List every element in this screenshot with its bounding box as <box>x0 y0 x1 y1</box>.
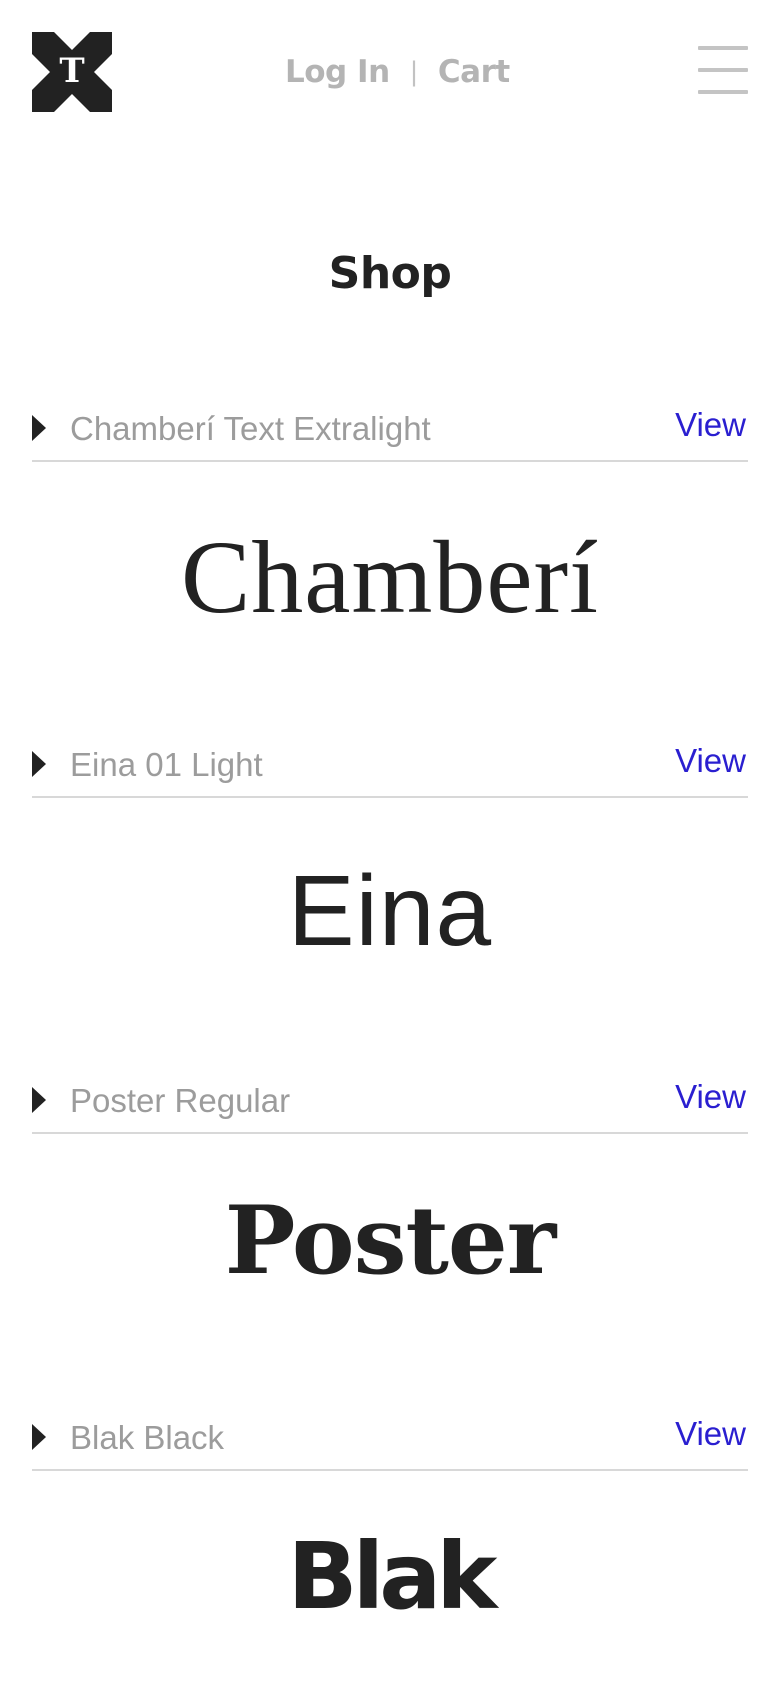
triangle-right-icon[interactable] <box>32 415 46 441</box>
triangle-right-icon[interactable] <box>32 1087 46 1113</box>
view-link[interactable]: View <box>675 1415 746 1453</box>
triangle-right-icon[interactable] <box>32 1424 46 1450</box>
login-link[interactable]: Log In <box>285 54 390 90</box>
font-specimen[interactable]: Eina <box>0 854 780 969</box>
view-link[interactable]: View <box>675 742 746 780</box>
logo-letter: T <box>59 51 84 91</box>
product-header: Blak Black View <box>32 1397 748 1471</box>
view-link[interactable]: View <box>675 406 746 444</box>
font-specimen[interactable]: Chamberí <box>0 518 780 637</box>
nav-separator: | <box>409 57 419 87</box>
product-header: Chamberí Text Extralight View <box>32 388 748 462</box>
font-specimen[interactable]: Poster <box>0 1186 780 1296</box>
site-header: T Log In | Cart <box>0 0 780 150</box>
product-header: Eina 01 Light View <box>32 724 748 798</box>
brand-logo-icon: T <box>32 32 112 112</box>
cart-link[interactable]: Cart <box>438 54 510 90</box>
product-header: Poster Regular View <box>32 1060 748 1134</box>
product-name[interactable]: Blak Black <box>70 1419 224 1457</box>
product-name[interactable]: Poster Regular <box>70 1082 290 1120</box>
page-title: Shop <box>328 248 452 299</box>
brand-logo[interactable]: T <box>32 32 112 112</box>
view-link[interactable]: View <box>675 1078 746 1116</box>
hamburger-menu-icon[interactable] <box>698 46 748 94</box>
triangle-right-icon[interactable] <box>32 751 46 777</box>
product-name[interactable]: Chamberí Text Extralight <box>70 410 431 448</box>
font-specimen[interactable]: Blak <box>0 1523 780 1630</box>
account-nav: Log In | Cart <box>285 52 510 92</box>
product-name[interactable]: Eina 01 Light <box>70 746 263 784</box>
